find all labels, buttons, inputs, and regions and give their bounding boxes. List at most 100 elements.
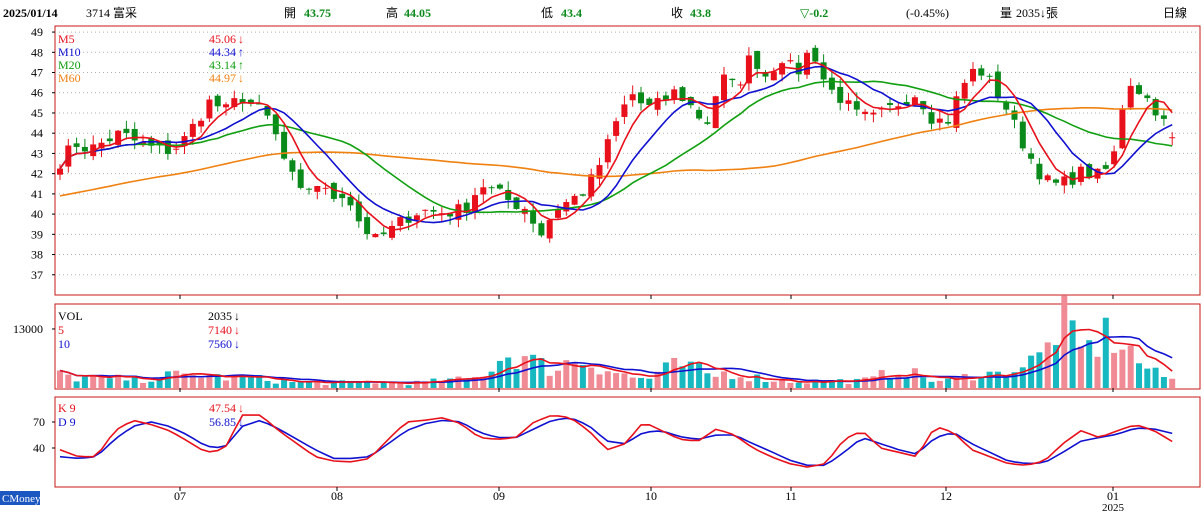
candle-body (1160, 115, 1167, 119)
candle-body (372, 233, 379, 238)
volume-bar (223, 380, 229, 388)
volume-bar (1094, 356, 1101, 388)
price-tick-label: 47 (31, 66, 43, 80)
month-label: 01 (1107, 489, 1119, 503)
legend-arrow: ↑ (238, 45, 244, 59)
candle-body (654, 98, 661, 110)
volume-bar (604, 371, 611, 388)
volume-legend-name: 5 (58, 323, 64, 337)
candle-body (496, 184, 503, 189)
candle-body (994, 71, 1001, 99)
candle-body (1028, 153, 1035, 159)
volume-bar (579, 364, 586, 388)
kd-legend-arrow: ↓ (238, 401, 244, 415)
candle-body (538, 223, 545, 236)
header-open-label: 開 (284, 6, 296, 20)
header-change: ▽-0.2 (800, 6, 828, 20)
candle-body (845, 100, 852, 104)
kd-legend-name: K 9 (58, 401, 76, 415)
volume-bar (372, 383, 379, 388)
kd-legend-name: D 9 (58, 415, 76, 429)
candle-body (198, 120, 205, 127)
price-tick-label: 46 (31, 86, 43, 100)
volume-bar (970, 380, 976, 388)
header-low: 43.4 (561, 6, 582, 20)
volume-bar (364, 382, 371, 388)
volume-bar (389, 382, 395, 388)
candle-body (73, 143, 80, 147)
candle-body (936, 118, 943, 123)
volume-tick-label: 13000 (13, 322, 43, 336)
candle-body (173, 148, 180, 150)
candle-body (1019, 121, 1026, 149)
candle-body (1077, 166, 1084, 182)
header-volume-label: 量 (1000, 6, 1012, 20)
volume-bar (206, 375, 213, 388)
header-volume: 2035↓張 (1016, 6, 1058, 20)
month-label: 07 (174, 489, 186, 503)
candle-body (887, 103, 893, 105)
volume-bar (795, 382, 802, 388)
volume-bar (978, 377, 985, 388)
volume-bar (986, 371, 993, 388)
volume-legend-arrow: ↓ (234, 323, 240, 337)
volume-bar (945, 378, 952, 388)
volume-bar (281, 379, 288, 388)
watermark-text: CMoney (2, 493, 41, 505)
volume-bar (1086, 340, 1093, 388)
candle-body (671, 89, 678, 100)
volume-bar (920, 377, 927, 388)
candle-body (1036, 163, 1043, 180)
candle-body (1053, 179, 1059, 183)
volume-bar (820, 382, 827, 388)
candle-body (696, 109, 703, 119)
volume-bar (106, 378, 113, 388)
kd-legend-value: 47.54 (209, 401, 236, 415)
candle-body (106, 138, 113, 142)
volume-bar (712, 376, 719, 388)
price-tick-label: 38 (31, 248, 43, 262)
candle-body (306, 188, 312, 190)
candle-body (737, 84, 744, 86)
volume-bar (297, 381, 304, 388)
candle-body (721, 74, 727, 101)
volume-bar (322, 384, 329, 388)
ma20-line (59, 80, 1173, 214)
volume-bar (662, 362, 669, 388)
volume-bar (1136, 363, 1142, 388)
candle-body (571, 195, 578, 205)
candle-body (347, 196, 354, 206)
candle-body (928, 112, 935, 124)
candle-body (488, 187, 495, 189)
candle-body (754, 50, 761, 69)
legend-name: M5 (58, 32, 75, 46)
month-label: 09 (493, 489, 505, 503)
legend-name: M60 (58, 71, 81, 85)
volume-bar (928, 381, 935, 388)
volume-bar (239, 376, 246, 388)
kd-legend-value: 56.85 (209, 415, 236, 429)
volume-bar (596, 374, 603, 388)
volume-bar (148, 381, 155, 388)
candle-body (1003, 102, 1010, 110)
candle-body (1119, 109, 1126, 149)
volume-bar (1127, 345, 1134, 388)
legend-value: 43.14 (209, 58, 236, 72)
volume-bar (770, 381, 777, 388)
price-legend: M5 45.06 ↓M10 44.34 ↑M20 43.14 ↑M60 44.97 ↓ (58, 32, 244, 85)
candle-body (828, 77, 835, 90)
candle-body (223, 104, 229, 108)
moving-averages (59, 61, 1173, 231)
volume-bar (704, 373, 711, 388)
volume-bar (546, 375, 553, 388)
volume-bar (779, 379, 786, 388)
candle-body (81, 146, 88, 152)
volume-legend-arrow: ↓ (234, 309, 240, 323)
candle-body (480, 187, 487, 195)
volume-bar (1119, 349, 1126, 388)
candle-body (862, 111, 869, 115)
candle-body (1102, 165, 1109, 169)
header-period: 日線 (1163, 5, 1187, 20)
legend-arrow: ↓ (238, 71, 244, 85)
volume-bar (1152, 367, 1159, 388)
